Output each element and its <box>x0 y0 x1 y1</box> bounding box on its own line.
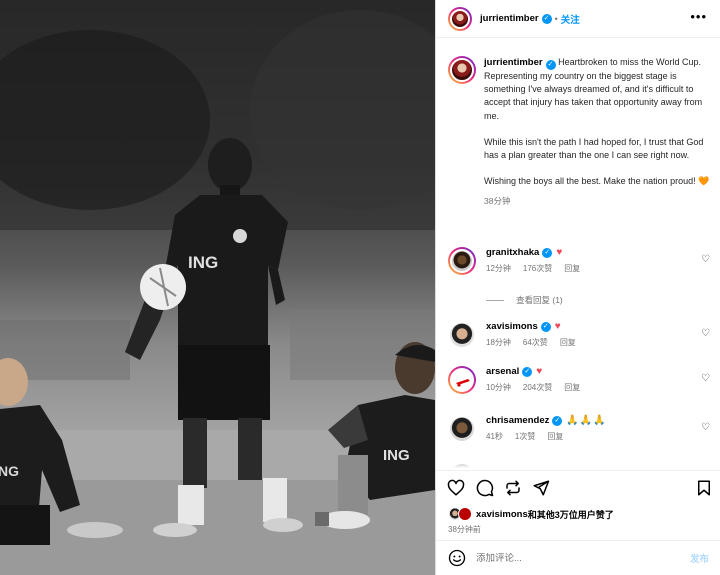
comment-like-count[interactable]: 64次赞 <box>523 337 548 348</box>
comment-input[interactable] <box>476 552 666 564</box>
comment-time[interactable]: 18分钟 <box>486 337 511 348</box>
likes-summary: xavisimons 和其他3万位用户赞了 <box>448 507 614 521</box>
caption-text: jurrientimber ✓ Heartbroken to miss the W… <box>484 56 713 209</box>
arsenal-cannon-icon <box>456 379 470 387</box>
reply-button[interactable]: 回复 <box>564 382 580 393</box>
comment-bubble-icon[interactable] <box>476 479 494 497</box>
orange-heart-emoji: 🧡 <box>698 176 710 187</box>
svg-text:ING: ING <box>188 253 218 272</box>
view-replies-button[interactable]: 查看回复 (1) <box>486 294 563 306</box>
post-header: jurrientimber ✓ • 关注 ••• <box>436 0 720 38</box>
repost-icon[interactable] <box>504 479 522 497</box>
commenter-avatar[interactable] <box>450 323 474 347</box>
scroll-fade <box>436 450 720 470</box>
comment-like-heart-icon[interactable]: ♡ <box>701 422 710 433</box>
caption-paragraph-2: While this isn't the path I had hoped fo… <box>484 136 704 161</box>
liker-avatars <box>448 507 472 521</box>
caption-avatar-ring[interactable] <box>448 56 476 84</box>
more-horizontal-icon[interactable]: ••• <box>690 10 707 23</box>
comment-text: 🙏🙏🙏 <box>566 415 607 426</box>
verified-badge-icon: ✓ <box>545 60 556 70</box>
commenter-avatar[interactable] <box>450 417 474 441</box>
save-bookmark-icon[interactable] <box>695 479 713 497</box>
post-comment-button[interactable]: 发布 <box>690 551 709 565</box>
photo-illustration: ING NG ING <box>0 0 435 575</box>
caption-timestamp[interactable]: 38分钟 <box>484 195 713 208</box>
view-replies-label: 查看回复 (1) <box>516 295 563 305</box>
comment-text: ♥ <box>536 366 543 377</box>
post-time[interactable]: 38分钟前 <box>448 524 481 535</box>
verified-badge-icon: ✓ <box>522 366 533 377</box>
verified-badge-icon: ✓ <box>540 321 551 332</box>
comment-item: chrisamendez ✓ 🙏🙏🙏 41秒 1次赞 回复 ♡ <box>448 415 718 443</box>
post-photo[interactable]: ING NG ING <box>0 0 435 575</box>
comment-username[interactable]: xavisimons <box>486 321 538 332</box>
comment-like-heart-icon[interactable]: ♡ <box>701 254 710 265</box>
comments-scroll-area[interactable]: jurrientimber ✓ Heartbroken to miss the W… <box>436 38 720 470</box>
verified-badge-icon: ✓ <box>542 247 553 258</box>
comment-like-heart-icon[interactable]: ♡ <box>701 373 710 384</box>
comment-username[interactable]: arsenal <box>486 366 519 377</box>
author-username[interactable]: jurrientimber <box>480 13 539 24</box>
comment-like-heart-icon[interactable]: ♡ <box>701 328 710 339</box>
liker-avatar <box>458 507 472 521</box>
comment-text: ♥ <box>556 247 563 258</box>
likes-rest-text[interactable]: 和其他3万位用户赞了 <box>528 508 614 521</box>
caption-avatar[interactable] <box>450 58 474 82</box>
comment-item: xavisimons ✓ ♥ 18分钟 64次赞 回复 ♡ <box>448 321 718 349</box>
reply-button[interactable]: 回复 <box>547 431 563 442</box>
commenter-avatar[interactable] <box>450 368 474 392</box>
post-action-bar <box>436 470 720 504</box>
share-send-icon[interactable] <box>532 479 550 497</box>
emoji-smiley-icon[interactable] <box>448 549 466 567</box>
separator-dot: • <box>554 13 558 24</box>
comment-composer: 发布 <box>436 540 720 575</box>
reply-button[interactable]: 回复 <box>560 337 576 348</box>
comment-like-count[interactable]: 204次赞 <box>523 382 552 393</box>
replies-divider-line <box>486 299 504 301</box>
comment-username[interactable]: chrisamendez <box>486 415 549 426</box>
post-side-panel: jurrientimber ✓ • 关注 ••• jurrientimber ✓ … <box>435 0 720 575</box>
commenter-avatar-ring[interactable] <box>448 247 476 275</box>
comment-item: granitxhaka ✓ ♥ 12分钟 176次赞 回复 ♡ <box>448 247 718 275</box>
commenter-avatar-ring[interactable] <box>448 366 476 394</box>
comment-time[interactable]: 10分钟 <box>486 382 511 393</box>
svg-text:NG: NG <box>0 463 19 479</box>
comment-time[interactable]: 12分钟 <box>486 263 511 274</box>
caption-username[interactable]: jurrientimber <box>484 57 543 68</box>
comment-username[interactable]: granitxhaka <box>486 247 539 258</box>
comment-like-count[interactable]: 1次赞 <box>515 431 535 442</box>
comment-like-count[interactable]: 176次赞 <box>523 263 552 274</box>
caption-paragraph-3: Wishing the boys all the best. Make the … <box>484 176 696 187</box>
verified-badge-icon: ✓ <box>541 13 552 24</box>
comment-time[interactable]: 41秒 <box>486 431 503 442</box>
commenter-avatar[interactable] <box>450 249 474 273</box>
verified-badge-icon: ✓ <box>552 415 563 426</box>
comment-item: arsenal ✓ ♥ 10分钟 204次赞 回复 ♡ <box>448 366 718 394</box>
author-avatar-ring[interactable] <box>448 6 472 31</box>
svg-text:ING: ING <box>383 447 410 464</box>
comment-text: ♥ <box>554 321 561 332</box>
author-avatar[interactable] <box>450 8 470 29</box>
reply-button[interactable]: 回复 <box>564 263 580 274</box>
post-caption: jurrientimber ✓ Heartbroken to miss the W… <box>448 56 713 209</box>
follow-button[interactable]: 关注 <box>561 12 580 26</box>
instagram-post-view: ING NG ING jurrientimber ✓ • 关注 ••• jurr… <box>0 0 720 575</box>
like-heart-icon[interactable] <box>447 479 465 497</box>
likes-username[interactable]: xavisimons <box>476 509 528 520</box>
